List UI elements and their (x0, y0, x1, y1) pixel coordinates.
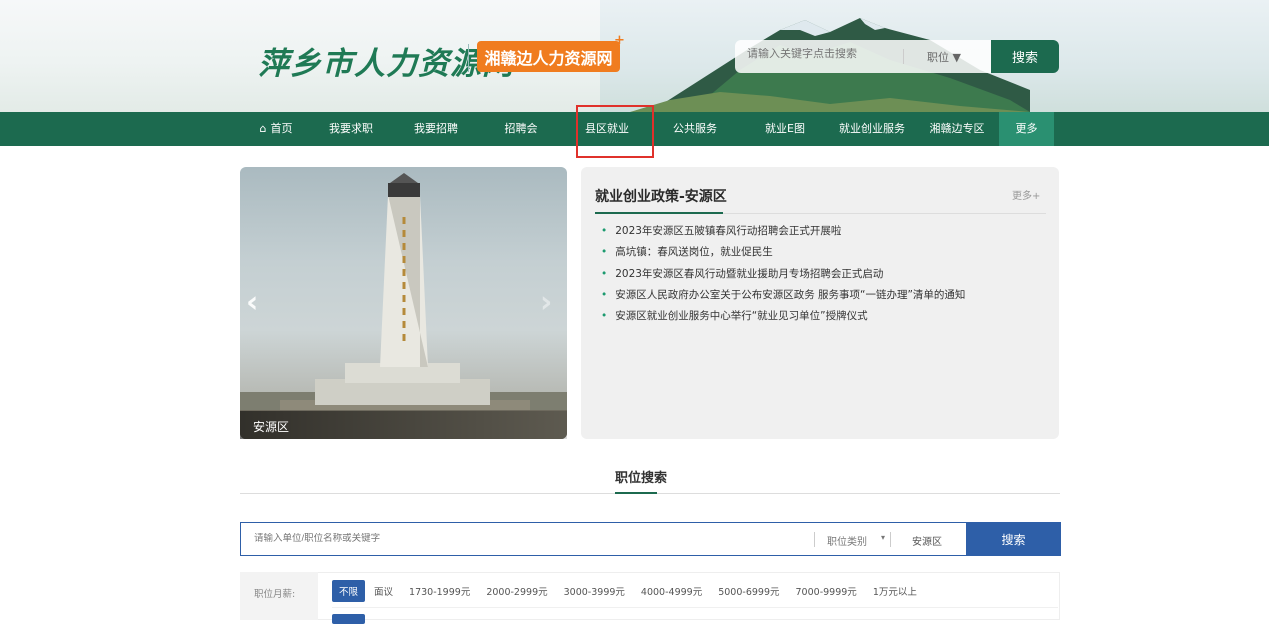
nav-item-job-seeking[interactable]: 我要求职 (318, 112, 384, 146)
nav-item-recruiting[interactable]: 我要招聘 (403, 112, 469, 146)
banner-caption: 安源区 (253, 420, 290, 434)
job-search-bar: 职位类别 ▾ 安源区 搜索 (240, 522, 1061, 556)
salary-option[interactable]: 1730-1999元 (409, 584, 470, 598)
header-search-button[interactable]: 搜索 (991, 40, 1059, 73)
chevron-right-icon[interactable]: › (540, 285, 552, 320)
policy-list: 2023年安源区五陂镇春风行动招聘会正式开展啦 高坑镇：春风送岗位，就业促民生 … (601, 223, 965, 329)
chevron-left-icon[interactable]: ‹ (246, 285, 258, 320)
salary-option[interactable]: 5000-6999元 (718, 584, 779, 598)
banner-caption-bar (240, 411, 567, 439)
badge-plus-icon: + (614, 33, 625, 48)
banner-carousel[interactable]: ‹ › (240, 167, 567, 439)
salary-option[interactable]: 3000-3999元 (564, 584, 625, 598)
site-logo[interactable]: 萍乡市人力资源网 (258, 38, 514, 83)
chevron-down-icon[interactable]: ▾ (881, 533, 885, 542)
nav-item-home[interactable]: ⌂ 首页 (248, 112, 304, 146)
next-filter-option[interactable] (332, 614, 365, 624)
highlight-box (576, 105, 654, 158)
logo-divider (468, 44, 469, 72)
nav-item-border-zone[interactable]: 湘赣边专区 (922, 112, 992, 146)
header-search-input[interactable] (747, 48, 897, 60)
site-header: 萍乡市人力资源网 湘赣边人力资源网 + 职位 ▼ 搜索 (0, 0, 1269, 112)
policy-item[interactable]: 安源区就业创业服务中心举行“就业见习单位”授牌仪式 (601, 308, 965, 329)
job-search-button[interactable]: 搜索 (966, 522, 1061, 556)
job-search-title: 职位搜索 (615, 471, 668, 486)
salary-option[interactable]: 2000-2999元 (486, 584, 547, 598)
policy-divider-accent (595, 212, 723, 214)
monument-photo (240, 173, 567, 439)
job-category-select[interactable]: 职位类别 (827, 533, 867, 548)
job-search-divider-accent (615, 492, 657, 494)
home-icon: ⌂ (259, 122, 267, 135)
policy-item[interactable]: 2023年安源区五陂镇春风行动招聘会正式开展啦 (601, 223, 965, 244)
salary-filter-label: 职位月薪: (254, 589, 296, 600)
nav-item-employment-map[interactable]: 就业E图 (756, 112, 814, 146)
job-search-input[interactable] (254, 533, 654, 544)
policy-more-link[interactable]: 更多+ (1012, 187, 1040, 202)
policy-item[interactable]: 2023年安源区春风行动暨就业援助月专场招聘会正式启动 (601, 266, 965, 287)
header-search-box: 职位 ▼ (735, 40, 991, 73)
nav-item-label: 首页 (270, 122, 293, 135)
salary-option[interactable]: 1万元以上 (873, 584, 917, 598)
sub-site-badge[interactable]: 湘赣边人力资源网 (477, 41, 620, 72)
nav-item-job-fair[interactable]: 招聘会 (492, 112, 550, 146)
salary-option[interactable]: 4000-4999元 (641, 584, 702, 598)
salary-option[interactable]: 面议 (374, 584, 393, 598)
job-search-divider-2 (890, 532, 891, 547)
salary-option[interactable]: 7000-9999元 (796, 584, 857, 598)
job-search-divider-1 (814, 532, 815, 547)
nav-item-more[interactable]: 更多 (999, 112, 1054, 146)
area-select[interactable]: 安源区 (912, 533, 942, 548)
policy-item[interactable]: 高坑镇：春风送岗位，就业促民生 (601, 244, 965, 265)
nav-item-public-service[interactable]: 公共服务 (664, 112, 726, 146)
nav-item-entrepreneurship-service[interactable]: 就业创业服务 (834, 112, 910, 146)
salary-option-any[interactable]: 不限 (332, 580, 366, 602)
header-search-category[interactable]: 职位 ▼ (927, 49, 961, 65)
header-search-divider (903, 49, 904, 64)
policy-title: 就业创业政策-安源区 (595, 189, 727, 205)
filter-row-divider (332, 607, 1058, 608)
salary-options: 不限 面议 1730-1999元 2000-2999元 3000-3999元 4… (332, 580, 933, 602)
policy-item[interactable]: 安源区人民政府办公室关于公布安源区政务 服务事项“一链办理”清单的通知 (601, 287, 965, 308)
header-search: 职位 ▼ 搜索 (735, 40, 1059, 73)
